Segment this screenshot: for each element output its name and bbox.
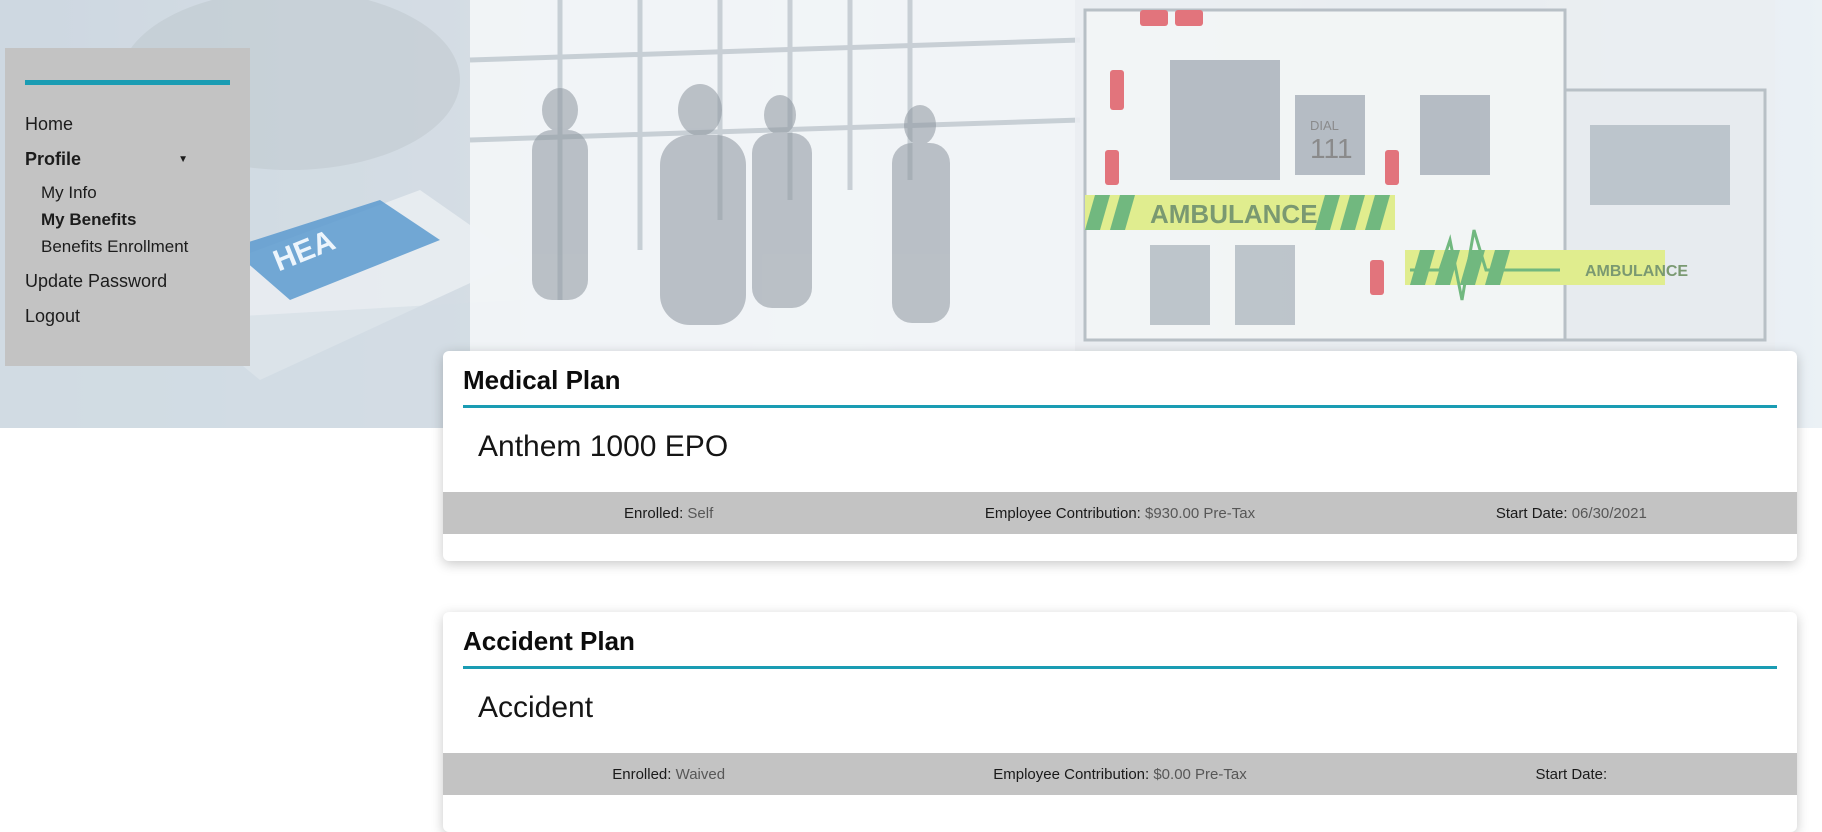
card-title: Accident Plan xyxy=(463,626,635,656)
medical-plan-card: Medical Plan Anthem 1000 EPO Enrolled: S… xyxy=(443,351,1797,561)
enrolled-value: Waived xyxy=(675,765,726,783)
plan-details-bar: Enrolled: Waived Employee Contribution: … xyxy=(443,753,1797,795)
plan-details-bar: Enrolled: Self Employee Contribution: $9… xyxy=(443,492,1797,534)
enrolled-label: Enrolled: xyxy=(624,504,684,522)
sidebar-accent-rule xyxy=(25,80,230,85)
sidebar: Home Profile ▼ My Info My Benefits Benef… xyxy=(5,48,250,366)
sidebar-subitem-my-info[interactable]: My Info xyxy=(41,179,230,206)
enrolled-label: Enrolled: xyxy=(612,765,672,783)
card-header: Accident Plan xyxy=(463,612,1777,669)
contribution-value: $0.00 Pre-Tax xyxy=(1153,765,1247,783)
caret-down-icon[interactable]: ▼ xyxy=(178,154,188,165)
contribution-info: Employee Contribution: $0.00 Pre-Tax xyxy=(894,766,1345,783)
sidebar-subitem-benefits-enrollment[interactable]: Benefits Enrollment xyxy=(41,233,230,260)
contribution-label: Employee Contribution: xyxy=(984,504,1141,522)
enrolled-info: Enrolled: Waived xyxy=(443,766,894,783)
sidebar-item-profile[interactable]: Profile ▼ xyxy=(25,142,188,177)
sidebar-item-home[interactable]: Home xyxy=(25,107,230,142)
plan-name: Anthem 1000 EPO xyxy=(478,430,729,463)
sidebar-item-label: Logout xyxy=(25,306,81,326)
profile-submenu: My Info My Benefits Benefits Enrollment xyxy=(25,179,230,260)
sidebar-item-label: Profile xyxy=(25,149,82,169)
sidebar-subitem-my-benefits[interactable]: My Benefits xyxy=(41,206,230,233)
accident-plan-card: Accident Plan Accident Enrolled: Waived … xyxy=(443,612,1797,832)
start-date-info: Start Date: xyxy=(1346,766,1797,783)
sidebar-item-label: Update Password xyxy=(25,271,168,291)
sidebar-item-update-password[interactable]: Update Password xyxy=(25,264,230,299)
card-title: Medical Plan xyxy=(463,365,621,395)
start-date-label: Start Date: xyxy=(1495,504,1568,522)
start-date-label: Start Date: xyxy=(1535,765,1608,783)
card-header: Medical Plan xyxy=(463,351,1777,408)
enrolled-info: Enrolled: Self xyxy=(443,505,894,522)
start-date-info: Start Date: 06/30/2021 xyxy=(1346,505,1797,522)
start-date-value: 06/30/2021 xyxy=(1571,504,1647,522)
enrolled-value: Self xyxy=(687,504,714,522)
contribution-label: Employee Contribution: xyxy=(993,765,1150,783)
contribution-value: $930.00 Pre-Tax xyxy=(1145,504,1256,522)
sidebar-item-logout[interactable]: Logout xyxy=(25,299,230,334)
contribution-info: Employee Contribution: $930.00 Pre-Tax xyxy=(894,505,1345,522)
sidebar-item-label: Home xyxy=(25,114,74,134)
plan-name: Accident xyxy=(478,691,594,724)
